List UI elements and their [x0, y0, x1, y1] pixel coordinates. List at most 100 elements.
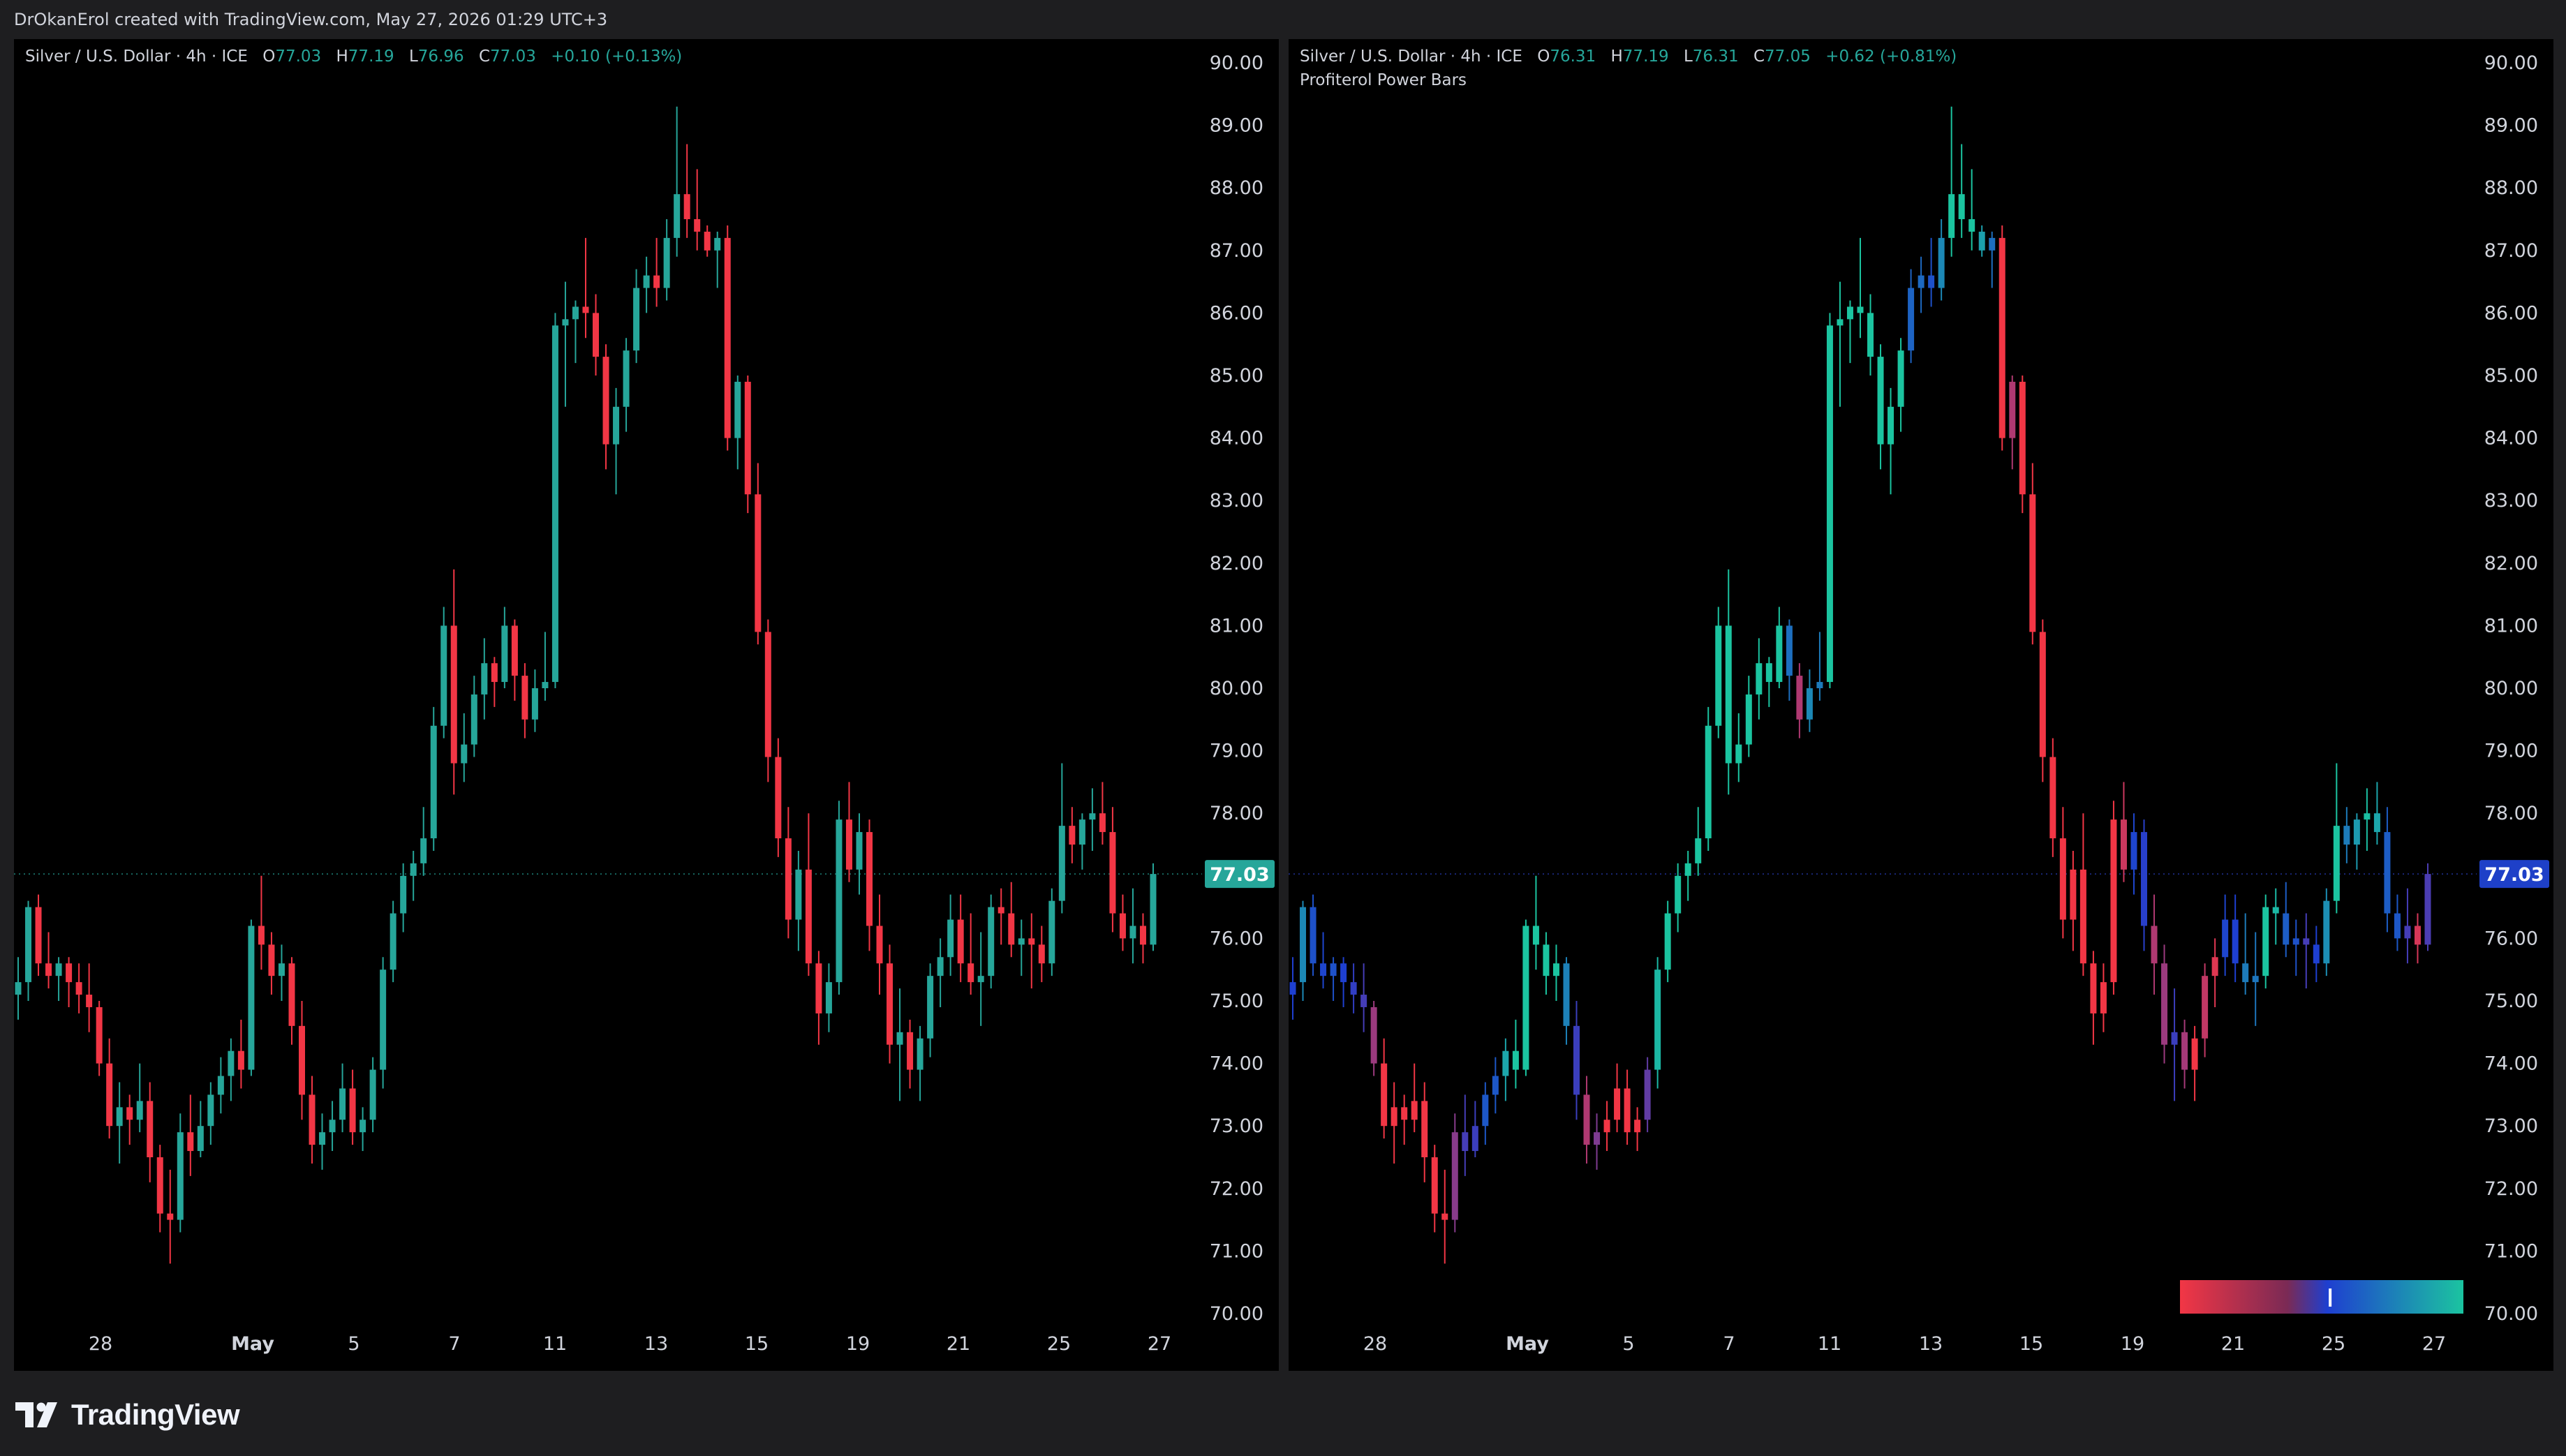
candle[interactable]: [744, 376, 751, 514]
candle[interactable]: [2404, 888, 2411, 964]
candle[interactable]: [572, 300, 579, 364]
candle[interactable]: [805, 813, 812, 976]
candle[interactable]: [278, 944, 285, 1001]
candle[interactable]: [1837, 281, 1844, 407]
candle[interactable]: [2181, 1019, 2188, 1089]
candle[interactable]: [309, 1076, 316, 1164]
candle[interactable]: [2394, 894, 2401, 951]
candle[interactable]: [1038, 926, 1045, 983]
candle[interactable]: [2171, 988, 2178, 1101]
candle[interactable]: [704, 225, 711, 257]
candle[interactable]: [1310, 894, 1317, 976]
candle[interactable]: [1522, 919, 1529, 1076]
candle[interactable]: [491, 657, 498, 707]
candle[interactable]: [1330, 957, 1337, 1001]
candle[interactable]: [86, 963, 93, 1032]
candle[interactable]: [1411, 1063, 1418, 1133]
candle[interactable]: [1390, 1082, 1397, 1164]
candle[interactable]: [339, 1063, 346, 1133]
candle[interactable]: [2130, 813, 2137, 895]
candle[interactable]: [2262, 894, 2269, 989]
candle[interactable]: [917, 1025, 924, 1101]
candlestick-chart-left[interactable]: 90.00 89.00 88.00 87.00 86.00 85.00 84.00 83.00…: [14, 39, 1279, 1371]
candle[interactable]: [298, 1001, 306, 1120]
candle[interactable]: [2070, 850, 2077, 951]
candle[interactable]: [836, 801, 843, 995]
candle[interactable]: [2059, 807, 2066, 939]
candle[interactable]: [248, 919, 255, 1076]
candle[interactable]: [25, 900, 32, 1001]
candle[interactable]: [1765, 657, 1772, 707]
candle[interactable]: [2140, 819, 2148, 951]
candle[interactable]: [1028, 913, 1035, 989]
candle[interactable]: [694, 169, 701, 251]
candle[interactable]: [825, 963, 832, 1032]
candle[interactable]: [369, 1057, 376, 1133]
candle[interactable]: [613, 387, 620, 495]
candle[interactable]: [156, 1145, 163, 1233]
candle[interactable]: [1139, 913, 1146, 964]
candle[interactable]: [2110, 801, 2117, 995]
candle[interactable]: [988, 894, 995, 989]
candle[interactable]: [815, 951, 822, 1045]
candle[interactable]: [653, 237, 660, 307]
candle[interactable]: [602, 344, 609, 470]
candle[interactable]: [1877, 344, 1884, 470]
candle[interactable]: [1888, 387, 1894, 495]
candle[interactable]: [147, 1082, 154, 1182]
candle[interactable]: [15, 957, 22, 1020]
power-bars-chart-right[interactable]: 90.00 89.00 88.00 87.00 86.00 85.00 84.00 83.00…: [1289, 39, 2553, 1371]
candle[interactable]: [1058, 763, 1065, 914]
candle[interactable]: [876, 894, 883, 995]
candle[interactable]: [1776, 607, 1783, 688]
candle[interactable]: [1634, 1107, 1641, 1152]
candle[interactable]: [1563, 957, 1570, 1045]
candle[interactable]: [440, 607, 447, 738]
candle[interactable]: [521, 663, 528, 738]
candle[interactable]: [2384, 807, 2391, 933]
candle[interactable]: [2252, 932, 2259, 1026]
candle[interactable]: [1846, 300, 1853, 364]
candle[interactable]: [75, 963, 82, 1013]
candle[interactable]: [2414, 913, 2421, 964]
candle[interactable]: [2313, 926, 2320, 983]
candle[interactable]: [1441, 1169, 1448, 1264]
candle[interactable]: [1048, 888, 1055, 976]
candle[interactable]: [319, 1113, 326, 1170]
candle[interactable]: [927, 963, 934, 1057]
candle[interactable]: [390, 900, 396, 983]
candle[interactable]: [1462, 1094, 1469, 1176]
candle[interactable]: [481, 638, 488, 720]
candle[interactable]: [2232, 894, 2239, 983]
candle[interactable]: [1908, 269, 1915, 364]
candle[interactable]: [1552, 944, 1559, 1001]
candle[interactable]: [420, 807, 427, 876]
candle[interactable]: [2079, 813, 2086, 976]
candle[interactable]: [947, 894, 954, 976]
candle[interactable]: [1360, 963, 1367, 1032]
candle[interactable]: [1806, 669, 1813, 732]
candle[interactable]: [764, 619, 771, 782]
candle[interactable]: [845, 782, 852, 882]
candle[interactable]: [1786, 619, 1793, 701]
candle[interactable]: [674, 106, 681, 257]
candle[interactable]: [593, 294, 600, 376]
candle[interactable]: [511, 619, 518, 701]
candle[interactable]: [228, 1038, 235, 1101]
candle[interactable]: [907, 1019, 914, 1089]
candle[interactable]: [217, 1057, 224, 1114]
candle[interactable]: [1745, 676, 1752, 757]
candle[interactable]: [1069, 807, 1076, 863]
candle[interactable]: [470, 676, 477, 757]
candle[interactable]: [1492, 1057, 1499, 1114]
candle[interactable]: [2373, 782, 2380, 845]
candle[interactable]: [2343, 807, 2350, 863]
candle[interactable]: [531, 669, 538, 732]
candle[interactable]: [887, 944, 893, 1064]
candle[interactable]: [998, 888, 1004, 945]
candle[interactable]: [1543, 932, 1550, 995]
candle[interactable]: [501, 607, 508, 688]
candle[interactable]: [2029, 463, 2036, 645]
candle[interactable]: [1644, 1057, 1651, 1133]
candle[interactable]: [1695, 807, 1702, 876]
